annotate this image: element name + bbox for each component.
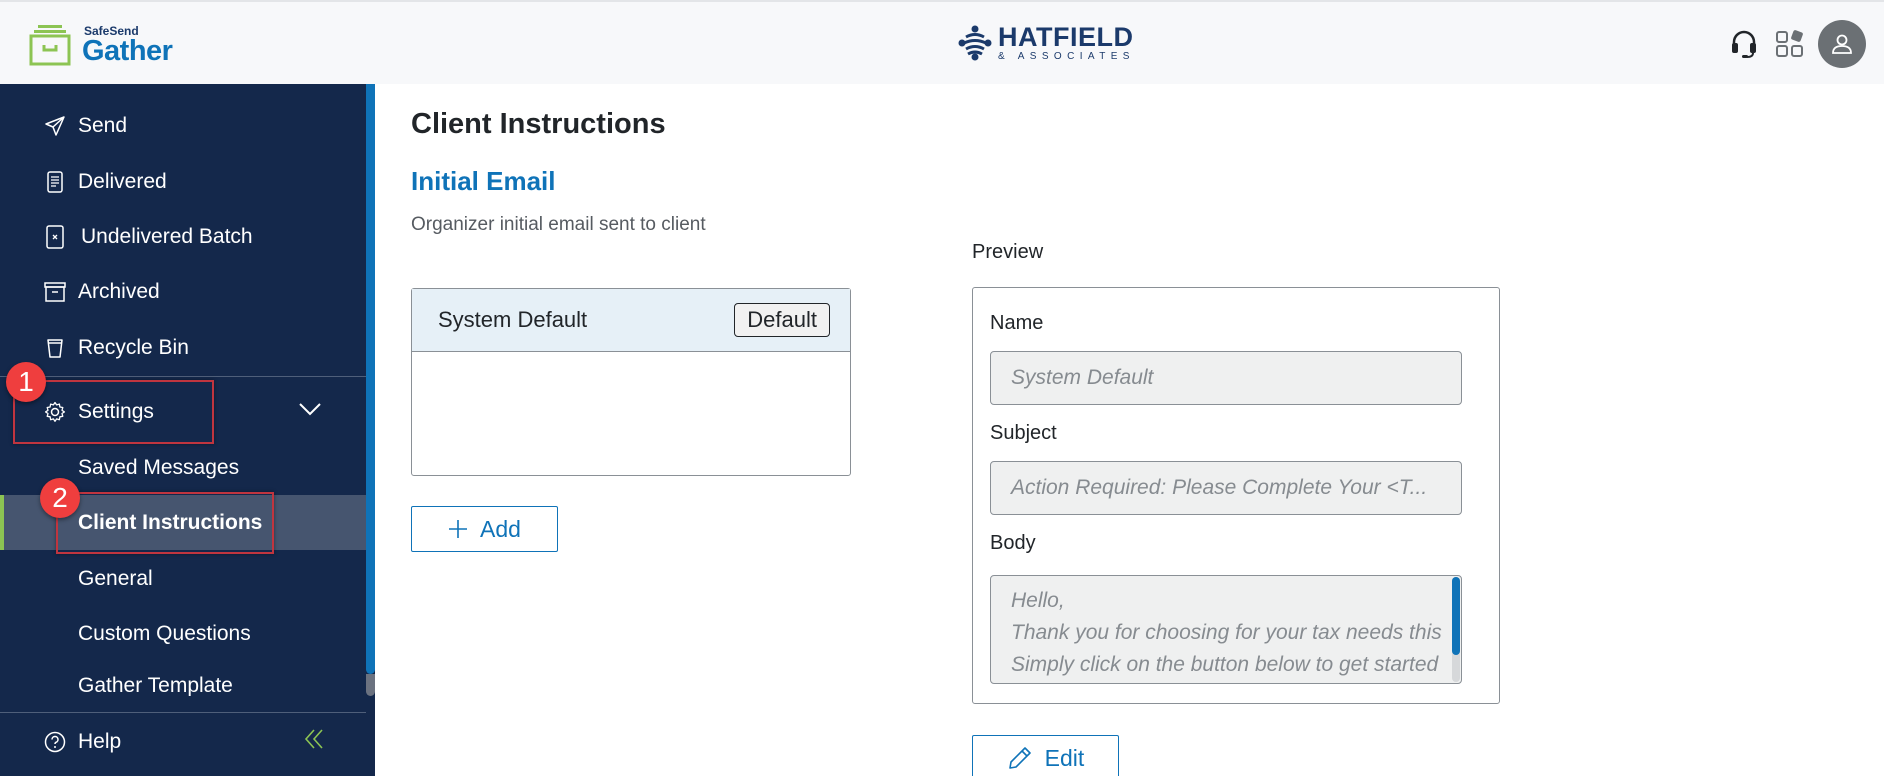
message-list: System Default Default <box>411 288 851 476</box>
sidebar-item-label: Undelivered Batch <box>81 224 253 248</box>
firm-subtitle: & ASSOCIATES <box>998 51 1135 62</box>
sidebar-item-label: Settings <box>78 399 154 423</box>
preview-panel: Name System Default Subject Action Requi… <box>972 287 1500 704</box>
name-field[interactable]: System Default <box>990 351 1462 405</box>
send-icon <box>44 115 66 137</box>
sidebar-item-send[interactable]: Send <box>0 98 366 153</box>
sidebar-item-label: General <box>78 566 153 590</box>
sidebar-item-delivered[interactable]: Delivered <box>0 154 366 209</box>
sidebar-item-label: Custom Questions <box>78 621 251 645</box>
sidebar-item-label: Help <box>78 729 122 753</box>
annotation-badge-2: 2 <box>40 478 80 518</box>
sidebar-item-label: Gather Template <box>78 674 233 696</box>
sidebar-item-label: Client Instructions <box>78 510 263 534</box>
sidebar-subitem-general[interactable]: General <box>0 551 366 606</box>
firm-logo: HATFIELD & ASSOCIATES <box>958 24 1135 62</box>
sidebar-item-settings[interactable]: Settings <box>0 384 366 439</box>
sidebar-item-label: Delivered <box>78 169 167 193</box>
sidebar-item-recycle-bin[interactable]: Recycle Bin <box>0 320 366 375</box>
sidebar-divider <box>0 376 366 377</box>
annotation-badge-1: 1 <box>6 362 46 402</box>
add-button[interactable]: Add <box>411 506 558 552</box>
section-description: Organizer initial email sent to client <box>411 214 706 235</box>
document-icon <box>44 170 66 193</box>
message-list-item[interactable]: System Default Default <box>412 289 850 352</box>
sidebar-subitem-custom-questions[interactable]: Custom Questions <box>0 606 366 661</box>
edit-button[interactable]: Edit <box>972 735 1119 776</box>
sidebar-item-label: Recycle Bin <box>78 335 189 359</box>
body-line: Simply click on the button below to get … <box>1011 653 1439 676</box>
pencil-icon <box>1007 745 1033 771</box>
sidebar-item-archived[interactable]: Archived <box>0 264 366 319</box>
bin-icon <box>44 337 66 359</box>
document-x-icon <box>44 224 66 249</box>
body-label: Body <box>990 532 1036 554</box>
double-chevron-left-icon[interactable] <box>304 728 324 756</box>
subject-label: Subject <box>990 422 1057 444</box>
plus-icon <box>448 519 468 539</box>
drawer-logo-icon <box>28 24 72 66</box>
page-title: Client Instructions <box>411 108 666 140</box>
brand-bottom-text: Gather <box>82 34 173 67</box>
safesend-gather-logo[interactable]: SafeSend Gather <box>28 24 173 67</box>
body-scroll-thumb[interactable] <box>1452 577 1460 655</box>
name-label: Name <box>990 312 1044 334</box>
sidebar-item-label: Archived <box>78 279 160 303</box>
edit-button-label: Edit <box>1044 744 1085 771</box>
sidebar-item-label: Saved Messages <box>78 455 240 479</box>
sidebar: Send Delivered Undelivered Batch Archive… <box>0 84 375 776</box>
sidebar-scrollbar[interactable] <box>366 84 375 696</box>
sidebar-item-help[interactable]: Help <box>0 714 366 769</box>
sidebar-item-undelivered-batch[interactable]: Undelivered Batch <box>0 209 366 264</box>
main-content: Client Instructions Initial Email Organi… <box>375 84 1884 776</box>
message-name: System Default <box>438 307 588 332</box>
sidebar-item-label: Send <box>78 113 128 137</box>
firm-mark-icon <box>958 25 992 61</box>
body-line: Hello, <box>1011 589 1065 612</box>
headset-icon[interactable] <box>1728 28 1760 60</box>
apps-grid-icon[interactable] <box>1774 28 1806 60</box>
sidebar-subitem-gather-template[interactable]: Gather Template <box>0 662 366 696</box>
firm-name: HATFIELD <box>998 22 1134 52</box>
archive-icon <box>44 281 66 303</box>
gear-icon <box>44 401 66 423</box>
user-icon <box>1832 34 1852 54</box>
section-title: Initial Email <box>411 166 556 196</box>
top-header: SafeSend Gather HATFIELD & ASSOCIATES <box>0 0 1884 84</box>
sidebar-scroll-thumb[interactable] <box>366 84 375 674</box>
chevron-down-icon[interactable] <box>298 398 322 422</box>
body-field[interactable]: Hello, Thank you for choosing for your t… <box>990 575 1462 684</box>
user-avatar-button[interactable] <box>1818 20 1866 68</box>
add-button-label: Add <box>480 515 521 542</box>
default-badge: Default <box>734 303 830 337</box>
sidebar-divider <box>0 712 366 713</box>
subject-field[interactable]: Action Required: Please Complete Your <T… <box>990 461 1462 515</box>
preview-label: Preview <box>972 241 1044 263</box>
body-line: Thank you for choosing for your tax need… <box>1011 621 1442 644</box>
help-icon <box>44 731 66 753</box>
